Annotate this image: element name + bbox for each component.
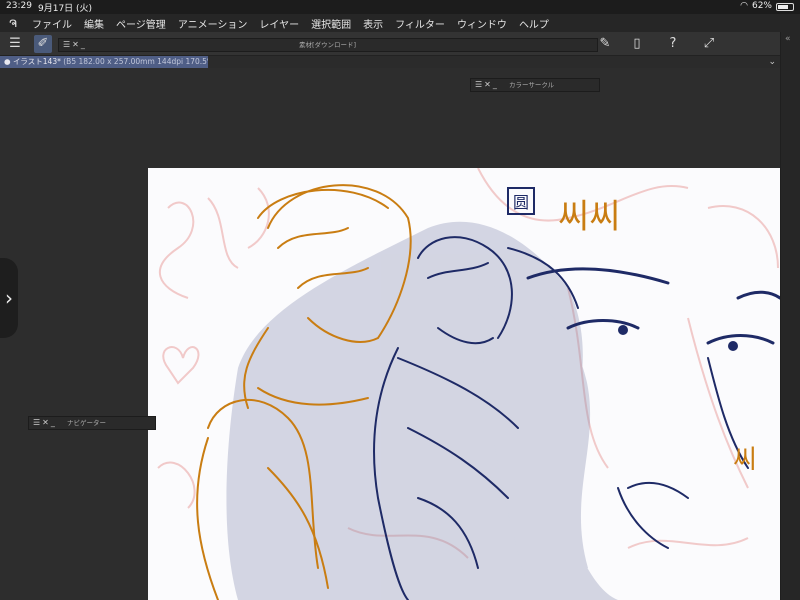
menu-help[interactable]: ヘルプ: [513, 16, 555, 31]
device-icon[interactable]: ▯: [628, 35, 646, 53]
sfx-text-right: 씨: [733, 445, 757, 475]
chevron-down-icon[interactable]: ⌄: [768, 56, 776, 68]
document-info: (B5 182.00 x 257.00mm 144dpi 170.5%): [63, 57, 208, 66]
double-chevron-icon[interactable]: «: [785, 34, 791, 44]
app-window: 23:29 9月17日 (火) ◠ 62% ຈ ファイル 編集 ページ管理 アニ…: [0, 0, 800, 600]
hamburger-icon[interactable]: ☰: [6, 35, 24, 53]
ios-status-bar: 23:29 9月17日 (火) ◠ 62%: [0, 0, 800, 14]
right-dock: «: [780, 32, 800, 600]
stamp-text: 圆: [513, 193, 529, 212]
menu-view[interactable]: 表示: [357, 16, 389, 31]
menu-window[interactable]: ウィンドウ: [451, 16, 513, 31]
document-name: イラスト143*: [12, 57, 61, 66]
battery-percent: 62%: [751, 1, 772, 11]
menu-animation[interactable]: アニメーション: [172, 16, 254, 31]
drawing-canvas[interactable]: 圆 씨씨 씨: [148, 168, 780, 600]
menu-file[interactable]: ファイル: [26, 16, 78, 31]
material-palette-header[interactable]: ☰✕_ 素材[ダウンロード]: [58, 38, 598, 52]
menu-bar: ຈ ファイル 編集 ページ管理 アニメーション レイヤー 選択範囲 表示 フィル…: [0, 14, 800, 32]
palette-controls-icon[interactable]: ☰✕_: [63, 39, 87, 51]
color-circle-palette-title: カラーサークル: [509, 81, 555, 89]
menu-selection[interactable]: 選択範囲: [305, 16, 357, 31]
menu-filter[interactable]: フィルター: [389, 16, 451, 31]
material-palette-title: 素材[ダウンロード]: [299, 41, 357, 49]
sfx-text-top: 씨씨: [558, 197, 621, 237]
tab-dot-icon: ●: [4, 57, 11, 66]
document-tab-bar: ● イラスト143* (B5 182.00 x 257.00mm 144dpi …: [0, 56, 800, 68]
palette-controls-icon[interactable]: ☰✕_: [33, 417, 57, 429]
navigator-palette-title: ナビゲーター: [67, 419, 106, 427]
wifi-icon: ◠: [740, 1, 748, 11]
pencil-icon[interactable]: ✎: [596, 35, 614, 53]
expand-icon[interactable]: ⤢: [700, 35, 718, 53]
battery-icon: [776, 3, 794, 11]
chevron-right-icon: ›: [5, 286, 13, 310]
navigator-palette-header[interactable]: ☰✕_ ナビゲーター: [28, 416, 156, 430]
help-icon[interactable]: ?: [664, 35, 682, 53]
palette-controls-icon[interactable]: ☰✕_: [475, 79, 499, 91]
color-circle-palette-header[interactable]: ☰✕_ カラーサークル: [470, 78, 600, 92]
menu-page[interactable]: ページ管理: [110, 16, 172, 31]
menu-layer[interactable]: レイヤー: [253, 16, 305, 31]
pen-tool-icon[interactable]: ✐: [34, 35, 52, 53]
document-tab[interactable]: ● イラスト143* (B5 182.00 x 257.00mm 144dpi …: [0, 56, 208, 68]
app-logo-icon[interactable]: ຈ: [0, 16, 26, 31]
status-time: 23:29: [6, 1, 32, 11]
status-date: 9月17日 (火): [38, 4, 93, 14]
side-panel-toggle[interactable]: ›: [0, 258, 18, 338]
menu-edit[interactable]: 編集: [78, 16, 110, 31]
sketch-artwork: 圆 씨씨 씨: [157, 168, 780, 600]
